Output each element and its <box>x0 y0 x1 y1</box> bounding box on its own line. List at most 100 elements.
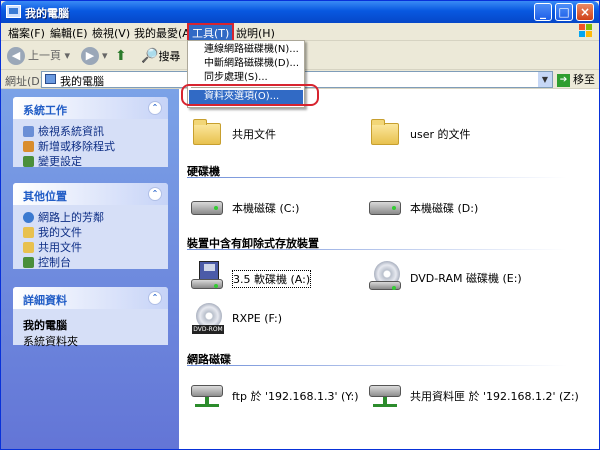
title-bar[interactable]: 我的電腦 _ □ × <box>1 1 599 23</box>
back-button[interactable]: ◀ 上一頁 ▾ <box>7 46 70 66</box>
control-panel-icon <box>23 156 34 167</box>
place-network[interactable]: 網路上的芳鄰 <box>23 210 160 225</box>
hard-drive-icon <box>369 201 401 215</box>
place-label: 共用文件 <box>38 241 82 254</box>
up-folder-button[interactable]: ⬆ <box>115 46 127 66</box>
item-label: user 的文件 <box>410 128 471 141</box>
menu-disconnect-network-drive[interactable]: 中斷網路磁碟機(D)... <box>189 57 303 71</box>
item-label: 本機磁碟 (C:) <box>232 202 300 215</box>
minimize-button[interactable]: _ <box>534 3 552 21</box>
drive-d[interactable]: 本機磁碟 (D:) <box>369 189 519 225</box>
divider <box>187 365 567 366</box>
details-desc: 系統資料夾 <box>23 335 78 348</box>
network-drive-z[interactable]: 共用資料匣 於 '192.168.1.2' (Z:) <box>369 377 597 413</box>
drive-f-rxpe[interactable]: DVD-ROM RXPE (F:) <box>191 301 341 337</box>
menu-favorites[interactable]: 我的最愛(A) <box>131 25 197 41</box>
network-places-icon <box>23 212 34 223</box>
menu-bar: 檔案(F) 編輯(E) 檢視(V) 我的最愛(A) 工具(T) 說明(H) <box>1 23 599 43</box>
my-computer-small-icon <box>45 74 56 84</box>
other-places-panel: 其他位置 ⌃ 網路上的芳鄰 我的文件 共用文件 控制台 <box>13 183 168 269</box>
content-pane: 共用文件 user 的文件 硬碟機 本機磁碟 (C:) 本機磁碟 (D:) 裝置… <box>179 89 599 449</box>
address-value: 我的電腦 <box>60 75 104 88</box>
system-tasks-panel: 系統工作 ⌃ 檢視系統資訊 新增或移除程式 變更設定 <box>13 97 168 169</box>
windows-logo-icon <box>579 24 593 38</box>
other-places-title: 其他位置 <box>23 190 67 203</box>
drive-e-dvd-ram[interactable]: DVD-RAM 磁碟機 (E:) <box>369 259 569 295</box>
folder-icon <box>371 119 399 145</box>
address-dropdown-icon[interactable]: ▼ <box>538 72 552 87</box>
task-label: 新增或移除程式 <box>38 140 115 153</box>
menu-file[interactable]: 檔案(F) <box>5 25 48 41</box>
details-name: 我的電腦 <box>23 319 67 332</box>
task-label: 檢視系統資訊 <box>38 125 104 138</box>
address-label: 網址(D) <box>5 75 45 88</box>
details-title: 詳細資料 <box>23 294 67 307</box>
task-change-settings[interactable]: 變更設定 <box>23 154 160 169</box>
task-pane: 系統工作 ⌃ 檢視系統資訊 新增或移除程式 變更設定 其他位置 ⌃ 網路上的芳鄰… <box>1 89 179 449</box>
forward-button[interactable]: ▶ ▾ <box>81 46 108 66</box>
forward-arrow-icon: ▶ <box>81 47 99 65</box>
details-header[interactable]: 詳細資料 ⌃ <box>13 287 168 309</box>
divider <box>187 249 567 250</box>
dvd-rom-tag: DVD-ROM <box>192 325 224 334</box>
go-button[interactable]: ➔ 移至 <box>557 72 595 87</box>
go-arrow-icon: ➔ <box>557 73 570 87</box>
go-label: 移至 <box>573 73 595 86</box>
place-shared-documents[interactable]: 共用文件 <box>23 240 160 255</box>
network-drive-y[interactable]: ftp 於 '192.168.1.3' (Y:) <box>191 377 371 413</box>
menu-view[interactable]: 檢視(V) <box>89 25 133 41</box>
task-label: 變更設定 <box>38 155 82 168</box>
item-label: 共用文件 <box>232 128 276 141</box>
details-panel: 詳細資料 ⌃ 我的電腦 系統資料夾 <box>13 287 168 348</box>
place-label: 控制台 <box>38 256 71 269</box>
drive-a-floppy[interactable]: 3.5 軟碟機 (A:) <box>191 259 341 295</box>
up-arrow-icon: ⬆ <box>115 48 127 64</box>
item-label: DVD-RAM 磁碟機 (E:) <box>410 272 522 285</box>
place-label: 網路上的芳鄰 <box>38 211 104 224</box>
item-label: 本機磁碟 (D:) <box>410 202 479 215</box>
folder-icon <box>23 227 34 238</box>
search-button[interactable]: 🔎搜尋 <box>141 46 180 66</box>
collapse-chevron-icon[interactable]: ⌃ <box>148 101 162 115</box>
item-label: 共用資料匣 於 '192.168.1.2' (Z:) <box>410 390 579 403</box>
menu-map-network-drive[interactable]: 連線網路磁碟機(N)... <box>189 43 303 57</box>
collapse-chevron-icon[interactable]: ⌃ <box>148 187 162 201</box>
menu-synchronize[interactable]: 同步處理(S)... <box>189 71 303 85</box>
task-view-system-info[interactable]: 檢視系統資訊 <box>23 124 160 139</box>
network-drive-icon <box>369 385 401 397</box>
programs-icon <box>23 141 34 152</box>
item-label: 3.5 軟碟機 (A:) <box>232 270 312 288</box>
folder-icon <box>23 242 34 253</box>
folder-icon <box>193 119 221 145</box>
explorer-window: 我的電腦 _ □ × 檔案(F) 編輯(E) 檢視(V) 我的最愛(A) 工具(… <box>0 0 600 450</box>
menu-edit[interactable]: 編輯(E) <box>47 25 91 41</box>
network-drive-icon <box>191 385 223 397</box>
search-icon: 🔎 <box>141 48 159 64</box>
item-label: RXPE (F:) <box>232 312 283 325</box>
my-computer-icon <box>6 5 21 18</box>
window-title: 我的電腦 <box>25 7 69 20</box>
folder-user-documents[interactable]: user 的文件 <box>369 115 519 151</box>
place-control-panel[interactable]: 控制台 <box>23 255 160 270</box>
task-add-remove-programs[interactable]: 新增或移除程式 <box>23 139 160 154</box>
system-tasks-header[interactable]: 系統工作 ⌃ <box>13 97 168 119</box>
close-button[interactable]: × <box>576 3 594 21</box>
floppy-drive-icon <box>191 279 223 289</box>
maximize-button[interactable]: □ <box>555 3 573 21</box>
item-label: ftp 於 '192.168.1.3' (Y:) <box>232 390 359 403</box>
info-icon <box>23 126 34 137</box>
menu-help[interactable]: 說明(H) <box>233 25 278 41</box>
folder-shared-documents[interactable]: 共用文件 <box>191 115 341 151</box>
drive-c[interactable]: 本機磁碟 (C:) <box>191 189 341 225</box>
back-label: 上一頁 <box>28 49 61 62</box>
hard-drive-icon <box>191 201 223 215</box>
back-arrow-icon: ◀ <box>7 47 25 65</box>
optical-drive-icon <box>369 281 401 290</box>
highlight-annotation <box>181 84 319 106</box>
search-label: 搜尋 <box>158 50 181 63</box>
collapse-chevron-icon[interactable]: ⌃ <box>148 291 162 305</box>
other-places-header[interactable]: 其他位置 ⌃ <box>13 183 168 205</box>
place-my-documents[interactable]: 我的文件 <box>23 225 160 240</box>
control-panel-icon <box>23 257 34 268</box>
menu-tools[interactable]: 工具(T) <box>186 23 235 43</box>
